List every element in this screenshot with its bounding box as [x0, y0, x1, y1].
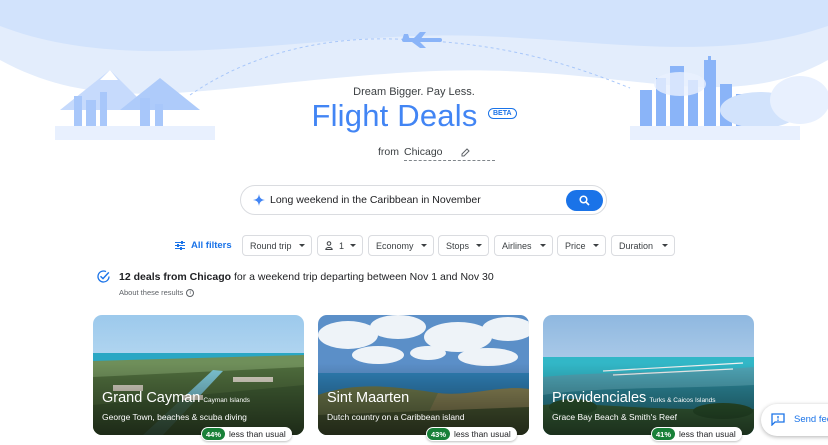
feedback-icon	[771, 413, 785, 426]
destination-city: Grand Cayman	[102, 390, 201, 406]
trip-type-dropdown[interactable]: Round trip	[242, 235, 312, 256]
destination-name: Grand Cayman Cayman Islands	[102, 390, 250, 406]
deal-card-grand-cayman[interactable]: Grand Cayman Cayman Islands George Town, …	[93, 315, 304, 435]
results-description: for a weekend trip departing between Nov…	[231, 271, 494, 283]
duration-filter[interactable]: Duration	[611, 235, 675, 256]
destination-country: Turks & Caicos Islands	[649, 397, 716, 404]
tune-icon	[175, 241, 185, 250]
discount-percent: 41%	[652, 428, 676, 440]
destination-description: Grace Bay Beach & Smith's Reef	[552, 412, 677, 422]
discount-label: less than usual	[679, 429, 736, 439]
send-feedback-label: Send feedback	[794, 414, 828, 425]
destination-description: George Town, beaches & scuba diving	[102, 412, 247, 422]
edit-pencil-icon[interactable]	[460, 146, 470, 158]
chevron-down-icon	[299, 244, 305, 247]
discount-label: less than usual	[454, 429, 511, 439]
page-title: Flight Deals	[311, 98, 478, 133]
destination-city: Providenciales	[552, 390, 647, 406]
all-filters-label: All filters	[191, 240, 232, 251]
passengers-dropdown[interactable]: 1	[317, 235, 363, 256]
stops-filter[interactable]: Stops	[438, 235, 489, 256]
hero-tagline: Dream Bigger. Pay Less.	[353, 86, 475, 98]
results-count: 12 deals from Chicago	[119, 271, 232, 283]
all-filters-button[interactable]: All filters	[175, 235, 232, 256]
info-icon: i	[186, 289, 195, 298]
chevron-down-icon	[593, 244, 599, 247]
destination-city: Sint Maarten	[327, 390, 410, 406]
sparkle-icon	[253, 194, 265, 206]
deal-card-sint-maarten[interactable]: Sint Maarten Dutch country on a Caribbea…	[318, 315, 529, 435]
hero-banner: Dream Bigger. Pay Less. Flight Deals BET…	[0, 0, 828, 140]
results-summary: 12 deals from Chicago for a weekend trip…	[119, 271, 494, 283]
price-label: Price	[565, 240, 586, 251]
chevron-down-icon	[350, 244, 356, 247]
deal-badge: 43% less than usual	[426, 427, 517, 441]
airlines-filter[interactable]: Airlines	[494, 235, 553, 256]
origin-city-field[interactable]: Chicago	[404, 146, 495, 161]
chevron-down-icon	[662, 244, 668, 247]
from-label: from	[378, 146, 399, 158]
send-feedback-button[interactable]: Send feedback	[761, 404, 828, 436]
airlines-label: Airlines	[502, 240, 532, 251]
search-input[interactable]: Long weekend in the Caribbean in Novembe…	[270, 194, 481, 206]
stops-label: Stops	[446, 240, 470, 251]
chevron-down-icon	[540, 244, 546, 247]
deal-badge: 41% less than usual	[651, 427, 742, 441]
deal-card-providenciales[interactable]: Providenciales Turks & Caicos Islands Gra…	[543, 315, 754, 435]
cabin-class-dropdown[interactable]: Economy	[368, 235, 434, 256]
discount-percent: 43%	[427, 428, 451, 440]
destination-description: Dutch country on a Caribbean island	[327, 412, 465, 422]
destination-name: Sint Maarten	[327, 390, 409, 406]
destination-country: Cayman Islands	[203, 397, 250, 404]
chevron-down-icon	[476, 244, 482, 247]
trip-type-label: Round trip	[250, 240, 292, 251]
filter-bar: All filters Round trip 1 Economy Stops A…	[0, 235, 828, 256]
about-results-link[interactable]: About these results i	[119, 288, 195, 298]
passengers-count: 1	[339, 240, 345, 251]
search-box[interactable]: Long weekend in the Caribbean in Novembe…	[240, 185, 607, 215]
discount-percent: 44%	[202, 428, 226, 440]
about-results-label: About these results	[119, 288, 184, 297]
cabin-class-label: Economy	[376, 240, 414, 251]
discount-label: less than usual	[229, 429, 286, 439]
person-icon	[325, 241, 333, 250]
beta-badge: BETA	[487, 107, 517, 119]
verified-check-icon	[97, 270, 110, 283]
search-icon	[579, 195, 590, 206]
deal-badge: 44% less than usual	[201, 427, 292, 441]
chevron-down-icon	[421, 244, 427, 247]
price-filter[interactable]: Price	[557, 235, 606, 256]
hero-title-row: Flight Deals BETA	[0, 98, 828, 134]
search-button[interactable]	[566, 190, 603, 211]
duration-label: Duration	[619, 240, 654, 251]
destination-name: Providenciales Turks & Caicos Islands	[552, 390, 716, 406]
flight-deals-page: Dream Bigger. Pay Less. Flight Deals BET…	[0, 0, 828, 445]
